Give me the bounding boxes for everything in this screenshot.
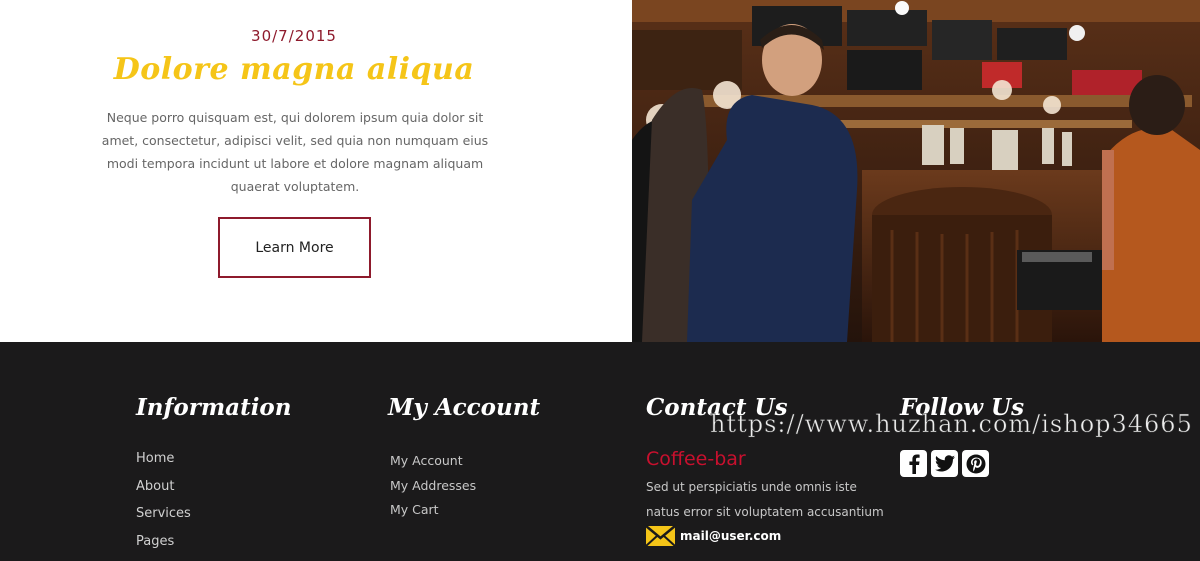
footer: Information Home About Services Pages My…: [0, 342, 1200, 561]
account-heading: My Account: [388, 394, 541, 421]
pinterest-icon[interactable]: [962, 450, 989, 477]
information-heading: Information: [136, 394, 292, 421]
footer-link-my-addresses[interactable]: My Addresses: [390, 478, 476, 503]
mail-icon: [646, 525, 675, 547]
facebook-icon[interactable]: [900, 450, 927, 477]
footer-link-home[interactable]: Home: [136, 451, 191, 479]
promo-body: Neque porro quisquam est, qui dolorem ip…: [101, 110, 489, 194]
post-date: 30/7/2015: [251, 27, 337, 45]
email-link[interactable]: mail@user.com: [680, 529, 781, 543]
email-row: mail@user.com: [646, 524, 781, 548]
promo-headline: Dolore magna aliqua: [113, 52, 475, 87]
information-links: Home About Services Pages: [136, 451, 191, 561]
twitter-icon[interactable]: [931, 450, 958, 477]
contact-description: Sed ut perspiciatis unde omnis iste natu…: [646, 480, 884, 519]
footer-link-about[interactable]: About: [136, 479, 191, 507]
footer-link-my-cart[interactable]: My Cart: [390, 502, 476, 527]
coffee-bar-photo: [632, 0, 1200, 342]
social-icons: [900, 450, 989, 477]
footer-link-pages[interactable]: Pages: [136, 534, 191, 561]
footer-link-services[interactable]: Services: [136, 506, 191, 534]
brand-name: Coffee-bar: [646, 448, 746, 470]
footer-link-my-account[interactable]: My Account: [390, 453, 476, 478]
account-links: My Account My Addresses My Cart: [390, 453, 476, 527]
watermark-text: https://www.huzhan.com/ishop34665: [710, 410, 1193, 439]
learn-more-button[interactable]: Learn More: [218, 217, 371, 278]
hero-section: 30/7/2015 Dolore magna aliqua Neque porr…: [0, 0, 1200, 342]
promo-panel: 30/7/2015 Dolore magna aliqua Neque porr…: [0, 0, 632, 342]
